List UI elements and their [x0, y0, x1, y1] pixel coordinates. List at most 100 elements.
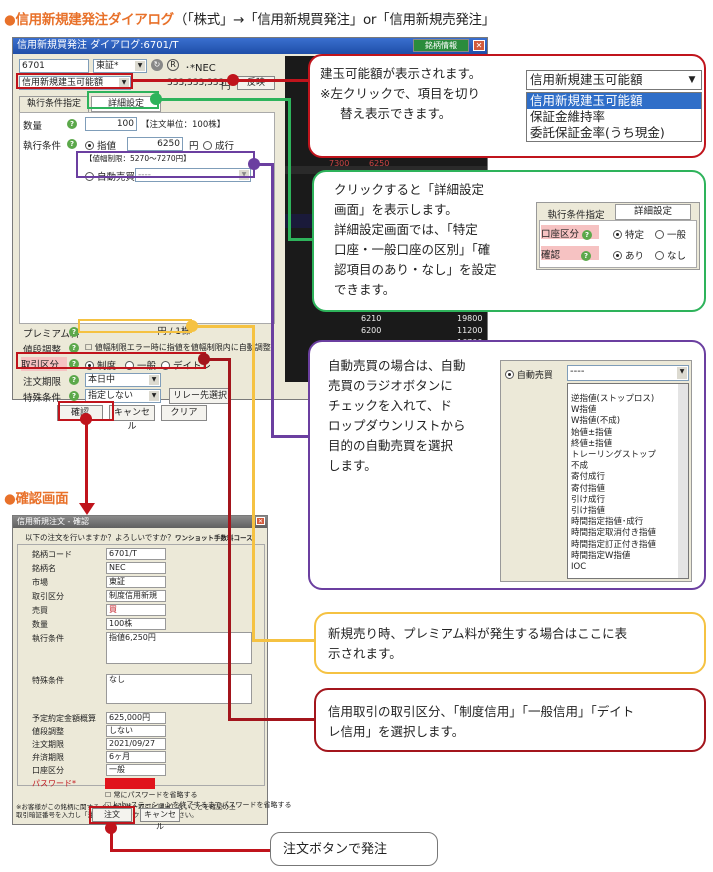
- close-icon[interactable]: ✕: [256, 517, 265, 525]
- callout-text: レ信用」を選択します。: [328, 724, 465, 739]
- account-tokutei-radio[interactable]: 特定: [613, 226, 644, 245]
- arrow-down-icon: [79, 503, 95, 515]
- option-item[interactable]: 信用新規建玉可能額: [527, 93, 701, 109]
- exec-label: 執行条件: [23, 141, 62, 152]
- option-item[interactable]: 寄付成行: [571, 472, 688, 483]
- connector-line: [133, 79, 233, 82]
- market-radio[interactable]: 成行: [203, 138, 234, 152]
- callout-text: 画面」を表示します。: [334, 202, 458, 217]
- help-icon[interactable]: ?: [69, 391, 79, 401]
- row-value: 6701/T: [106, 548, 166, 560]
- confirm-no-radio[interactable]: なし: [655, 247, 686, 266]
- tab-exec-conditions[interactable]: 執行条件指定: [19, 96, 89, 112]
- callout-text: できます。: [334, 282, 396, 297]
- option-item[interactable]: 逆指値(ストップロス): [571, 394, 688, 405]
- close-icon[interactable]: ✕: [473, 40, 485, 51]
- connector-dot: [198, 353, 210, 365]
- relay-button[interactable]: リレー先選択: [169, 388, 231, 404]
- highlight-trade-type: [16, 352, 206, 369]
- row-value: 625,000円: [106, 712, 166, 724]
- option-item[interactable]: 時間指定W指値: [571, 551, 688, 562]
- callout-trade-type: 信用取引の取引区分、「制度信用」「一般信用」「デイト レ信用」を選択します。: [314, 688, 706, 752]
- help-icon[interactable]: ?: [69, 375, 79, 385]
- callout-text: 口座・一般口座の区別」「確: [334, 242, 491, 257]
- connector-dot: [227, 74, 239, 86]
- tab-detail-settings[interactable]: 詳細設定: [615, 204, 691, 220]
- callout-text: 目的の自動売買を選択: [328, 438, 454, 453]
- row-label: 銘柄名: [32, 564, 56, 573]
- callout-auto-trade: 自動売買の場合は、自動 売買のラジオボタンに チェックを入れて、ド ロップダウン…: [308, 340, 706, 590]
- row-value: 100株: [106, 618, 166, 630]
- help-icon[interactable]: ?: [67, 119, 77, 129]
- option-item[interactable]: 委託保証金率(うち現金): [527, 125, 701, 141]
- amount-dropdown[interactable]: 信用新規建玉可能額 ▼: [526, 70, 702, 90]
- connector-line: [288, 238, 314, 241]
- board-qty: 11200: [457, 326, 483, 335]
- board-price: 6210: [361, 314, 382, 323]
- callout-text: 注文ボタンで発注: [283, 842, 388, 857]
- row-label: 銘柄コード: [32, 550, 72, 559]
- option-item[interactable]: 保証金維持率: [527, 109, 701, 125]
- option-item[interactable]: 始値±指値: [571, 428, 688, 439]
- refresh-icon[interactable]: ↻: [151, 59, 163, 71]
- stock-code-input[interactable]: 6701: [19, 59, 89, 73]
- option-item[interactable]: W指値(不成): [571, 416, 688, 427]
- option-item[interactable]: 引け指値: [571, 506, 688, 517]
- row-value: 一般: [106, 764, 166, 776]
- scrollbar[interactable]: [678, 384, 688, 578]
- market-select[interactable]: 東証* ▼: [93, 59, 147, 73]
- confirm-yes-radio[interactable]: あり: [613, 247, 644, 266]
- callout-text: 詳細設定画面では、「特定: [334, 222, 478, 237]
- stock-info-button[interactable]: 銘柄情報: [413, 39, 469, 52]
- callout-text: ※左クリックで、項目を切り: [320, 86, 480, 101]
- highlight-premium: [78, 319, 192, 333]
- cancel-button[interactable]: キャンセル: [109, 405, 155, 432]
- confirm-title: 信用新規注文 - 確認: [17, 517, 89, 526]
- clear-button[interactable]: クリア: [161, 405, 207, 421]
- option-item[interactable]: 時間指定取消付き指値: [571, 528, 688, 539]
- option-item[interactable]: IOC: [571, 562, 688, 573]
- account-ippan-radio[interactable]: 一般: [655, 226, 686, 245]
- period-select[interactable]: 本日中 ▼: [85, 373, 161, 387]
- option-item[interactable]: W指値: [571, 405, 688, 416]
- password-input[interactable]: [105, 778, 155, 789]
- connector-line: [85, 421, 88, 507]
- option-item[interactable]: 寄付指値: [571, 484, 688, 495]
- help-icon[interactable]: ?: [67, 139, 77, 149]
- connector-dot: [248, 158, 260, 170]
- quantity-label: 数量: [23, 121, 43, 132]
- callout-text: チェックを入れて、ド: [328, 398, 453, 413]
- board-price: 7300: [329, 159, 350, 168]
- limit-price-input[interactable]: 6250: [127, 137, 183, 151]
- row-label: 取引区分: [32, 592, 64, 601]
- skip-password-checkbox[interactable]: ☐ 常にパスワードを省略する: [105, 790, 198, 800]
- board-price: 6200: [361, 326, 382, 335]
- confirm-cancel-button[interactable]: キャンセル: [140, 808, 180, 831]
- option-item[interactable]: トレーリングストップ: [571, 450, 688, 461]
- limit-unit: 円: [189, 141, 199, 152]
- confirm-label: 確認 ?: [541, 246, 599, 261]
- row-value: NEC: [106, 562, 166, 574]
- connector-line: [252, 639, 316, 642]
- option-item[interactable]: 時間指定指値･成行: [571, 517, 688, 528]
- row-label: 市場: [32, 578, 48, 587]
- row-label: 値段調整: [32, 727, 64, 736]
- dialog-titlebar: 信用新規買発注 ダイアログ:6701/T ✕ 銘柄情報: [13, 38, 487, 54]
- highlight-detail-tab: [87, 91, 159, 109]
- quantity-input[interactable]: 100: [85, 117, 137, 131]
- board-qty: 19800: [457, 314, 483, 323]
- search-icon[interactable]: R: [167, 59, 179, 71]
- connector-dot: [186, 320, 198, 332]
- auto-trade-radio[interactable]: 自動売買: [505, 367, 553, 386]
- connector-line: [228, 718, 316, 721]
- option-item[interactable]: 時間指定訂正付き指値: [571, 540, 688, 551]
- limit-radio[interactable]: 指値: [85, 138, 116, 152]
- fee-course: ワンショット手数料コース: [175, 534, 253, 542]
- option-item[interactable]: 引け成行: [571, 495, 688, 506]
- connector-line: [159, 98, 289, 101]
- option-item[interactable]: 終値±指値: [571, 439, 688, 450]
- callout-text: 認項目のあり・なし」を設定: [334, 262, 497, 277]
- row-label: 執行条件: [32, 634, 64, 643]
- auto-trade-select[interactable]: ---- ▼: [567, 365, 689, 381]
- option-item[interactable]: 不成: [571, 461, 688, 472]
